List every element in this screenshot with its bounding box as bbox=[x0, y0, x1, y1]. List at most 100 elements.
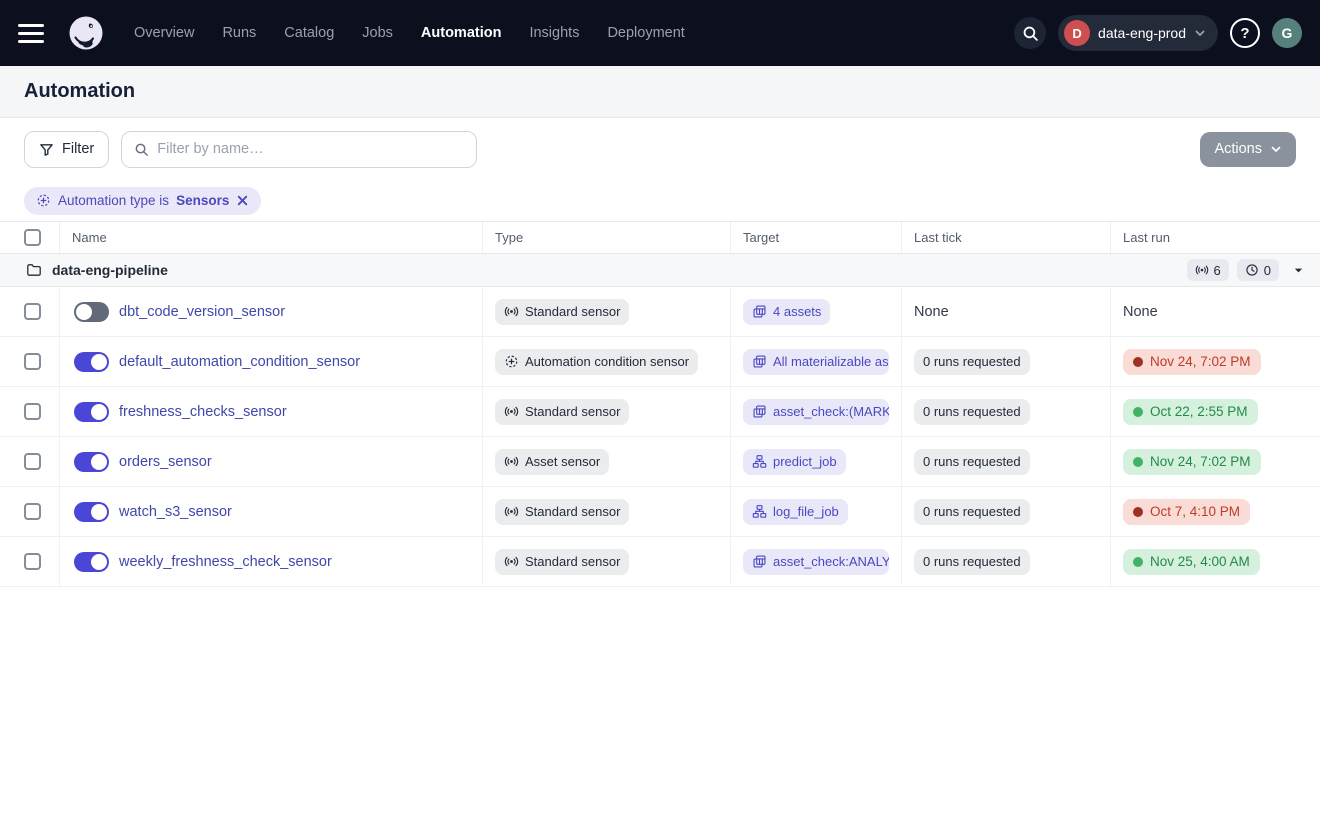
nav-item-automation[interactable]: Automation bbox=[421, 25, 502, 41]
nav-item-catalog[interactable]: Catalog bbox=[284, 25, 334, 41]
job-icon bbox=[752, 504, 767, 519]
user-avatar[interactable]: G bbox=[1272, 18, 1302, 48]
sensor-icon bbox=[504, 454, 519, 469]
sensor-target-chip[interactable]: asset_check:ANALY bbox=[743, 549, 889, 575]
sensor-toggle[interactable] bbox=[74, 352, 109, 372]
row-checkbox[interactable] bbox=[24, 553, 41, 570]
status-dot-icon bbox=[1133, 507, 1143, 517]
search-icon bbox=[1022, 25, 1039, 42]
sensor-name-link[interactable]: watch_s3_sensor bbox=[119, 504, 232, 520]
remove-filter-icon[interactable] bbox=[236, 194, 249, 207]
chevron-down-icon bbox=[1270, 143, 1282, 155]
search-button[interactable] bbox=[1014, 17, 1046, 49]
sensor-toggle[interactable] bbox=[74, 302, 109, 322]
last-run-chip[interactable]: Nov 24, 7:02 PM bbox=[1123, 449, 1261, 475]
table-row: weekly_freshness_check_sensor Standard s… bbox=[0, 537, 1320, 587]
row-checkbox[interactable] bbox=[24, 303, 41, 320]
nav-item-insights[interactable]: Insights bbox=[529, 25, 579, 41]
status-dot-icon bbox=[1133, 557, 1143, 567]
last-run-chip[interactable]: Oct 22, 2:55 PM bbox=[1123, 399, 1258, 425]
sensor-name-link[interactable]: weekly_freshness_check_sensor bbox=[119, 554, 332, 570]
menu-icon[interactable] bbox=[18, 24, 44, 43]
automation-condition-icon bbox=[36, 193, 51, 208]
sensor-icon bbox=[1195, 263, 1209, 277]
name-filter-input[interactable] bbox=[157, 141, 464, 157]
sensor-target-chip[interactable]: All materializable as bbox=[743, 349, 889, 375]
name-filter-box bbox=[121, 131, 477, 168]
sensor-toggle[interactable] bbox=[74, 402, 109, 422]
automation-type-filter-chip[interactable]: Automation type is Sensors bbox=[24, 187, 261, 215]
sensor-target-chip[interactable]: asset_check:(MARK bbox=[743, 399, 889, 425]
sensor-target-chip[interactable]: 4 assets bbox=[743, 299, 830, 325]
active-filters-row: Automation type is Sensors bbox=[0, 180, 1320, 222]
clock-icon bbox=[1245, 263, 1259, 277]
status-dot-icon bbox=[1133, 407, 1143, 417]
last-tick-chip[interactable]: 0 runs requested bbox=[914, 449, 1030, 475]
schedule-count: 0 bbox=[1264, 263, 1271, 278]
page-header: Automation bbox=[0, 66, 1320, 118]
asset-icon bbox=[752, 404, 767, 419]
row-checkbox[interactable] bbox=[24, 453, 41, 470]
sensor-name-link[interactable]: default_automation_condition_sensor bbox=[119, 354, 360, 370]
select-all-checkbox[interactable] bbox=[24, 229, 41, 246]
primary-nav: Overview Runs Catalog Jobs Automation Insight… bbox=[134, 25, 685, 41]
sensor-icon bbox=[504, 554, 519, 569]
asset-icon bbox=[752, 554, 767, 569]
table-row: orders_sensor Asset sensor predict_job 0… bbox=[0, 437, 1320, 487]
sensor-name-link[interactable]: freshness_checks_sensor bbox=[119, 404, 287, 420]
last-tick-chip[interactable]: 0 runs requested bbox=[914, 499, 1030, 525]
nav-item-jobs[interactable]: Jobs bbox=[362, 25, 393, 41]
sensor-type-chip: Standard sensor bbox=[495, 399, 629, 425]
sensor-icon bbox=[504, 404, 519, 419]
filter-chip-value: Sensors bbox=[176, 193, 229, 208]
dagster-logo-icon[interactable] bbox=[66, 13, 106, 53]
actions-button[interactable]: Actions bbox=[1200, 132, 1296, 167]
last-tick-chip[interactable]: 0 runs requested bbox=[914, 549, 1030, 575]
workspace-badge: D bbox=[1064, 20, 1090, 46]
column-header-name: Name bbox=[60, 222, 483, 253]
workspace-switcher[interactable]: D data-eng-prod bbox=[1058, 15, 1218, 51]
collapse-group-icon[interactable] bbox=[1293, 265, 1304, 276]
column-header-last-run: Last run bbox=[1111, 222, 1320, 253]
page-title: Automation bbox=[24, 80, 135, 103]
sensor-table-body: dbt_code_version_sensor Standard sensor … bbox=[0, 287, 1320, 587]
actions-button-label: Actions bbox=[1214, 141, 1262, 157]
asset-icon bbox=[752, 354, 767, 369]
row-checkbox[interactable] bbox=[24, 503, 41, 520]
folder-icon bbox=[26, 262, 42, 278]
automation-condition-icon bbox=[504, 354, 519, 369]
column-header-target: Target bbox=[731, 222, 902, 253]
sensor-count-badge: 6 bbox=[1187, 259, 1229, 281]
last-tick-chip[interactable]: 0 runs requested bbox=[914, 349, 1030, 375]
nav-item-deployment[interactable]: Deployment bbox=[607, 25, 684, 41]
row-checkbox[interactable] bbox=[24, 403, 41, 420]
sensor-toggle[interactable] bbox=[74, 452, 109, 472]
sensor-target-chip[interactable]: predict_job bbox=[743, 449, 846, 475]
last-tick-value: None bbox=[914, 304, 949, 320]
filter-button[interactable]: Filter bbox=[24, 131, 109, 168]
last-run-chip[interactable]: Nov 25, 4:00 AM bbox=[1123, 549, 1260, 575]
last-run-chip[interactable]: Nov 24, 7:02 PM bbox=[1123, 349, 1261, 375]
last-tick-chip[interactable]: 0 runs requested bbox=[914, 399, 1030, 425]
nav-item-overview[interactable]: Overview bbox=[134, 25, 194, 41]
sensor-target-chip[interactable]: log_file_job bbox=[743, 499, 848, 525]
repo-group-row[interactable]: data-eng-pipeline 6 0 bbox=[0, 254, 1320, 287]
sensor-type-chip: Automation condition sensor bbox=[495, 349, 698, 375]
filter-button-label: Filter bbox=[62, 141, 94, 157]
sensor-name-link[interactable]: orders_sensor bbox=[119, 454, 212, 470]
search-icon bbox=[134, 142, 149, 157]
sensor-toggle[interactable] bbox=[74, 552, 109, 572]
nav-item-runs[interactable]: Runs bbox=[222, 25, 256, 41]
sensor-type-chip: Standard sensor bbox=[495, 299, 629, 325]
column-header-last-tick: Last tick bbox=[902, 222, 1111, 253]
last-run-chip[interactable]: Oct 7, 4:10 PM bbox=[1123, 499, 1250, 525]
sensor-toggle[interactable] bbox=[74, 502, 109, 522]
row-checkbox[interactable] bbox=[24, 353, 41, 370]
column-header-type: Type bbox=[483, 222, 731, 253]
toolbar: Filter Actions bbox=[0, 118, 1320, 180]
chevron-down-icon bbox=[1194, 27, 1206, 39]
sensor-name-link[interactable]: dbt_code_version_sensor bbox=[119, 304, 285, 320]
table-row: watch_s3_sensor Standard sensor log_file… bbox=[0, 487, 1320, 537]
sensor-icon bbox=[504, 504, 519, 519]
help-icon[interactable]: ? bbox=[1230, 18, 1260, 48]
